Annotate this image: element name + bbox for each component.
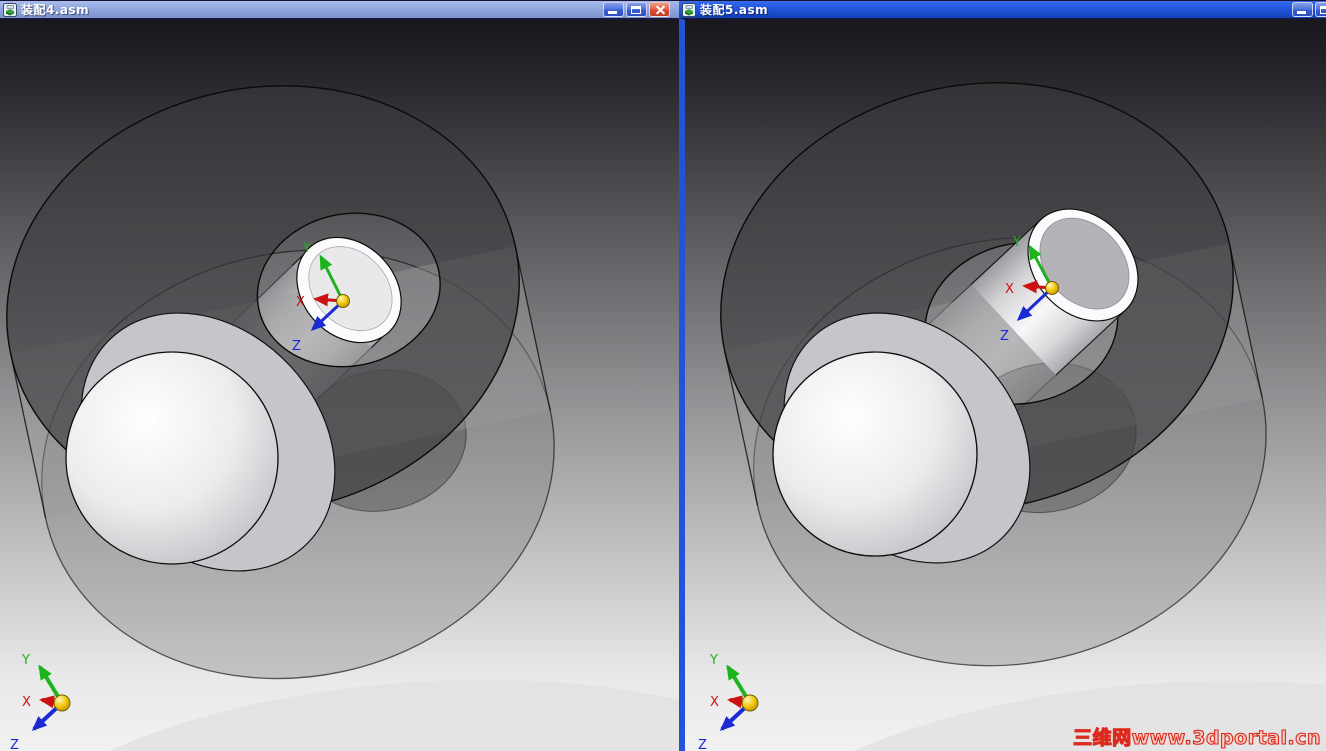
axis-label-y: Y (302, 241, 311, 256)
cad-mdi-workspace: 装配4.asm Y X Z Y X Z 装配5.asm Y X Z Y X Z … (0, 0, 1326, 751)
window-title: 装配5.asm (700, 3, 769, 17)
axis-label-x: X (22, 695, 31, 710)
axis-label-x: X (296, 295, 305, 310)
assembly-document-icon (3, 2, 17, 17)
window-title: 装配4.asm (21, 3, 90, 17)
axis-label-z: Z (698, 738, 707, 751)
viewport-3d-asm4[interactable]: Y X Z Y X Z (0, 20, 679, 751)
maximize-button[interactable] (1315, 2, 1326, 17)
sphere-part[interactable] (772, 351, 978, 557)
minimize-icon (1297, 11, 1306, 14)
window-asm4: 装配4.asm Y X Z Y X Z (0, 0, 679, 751)
viewport-3d-asm5[interactable]: Y X Z Y X Z (685, 20, 1326, 751)
maximize-icon (1320, 6, 1326, 14)
axis-label-y: Y (21, 653, 30, 668)
minimize-button[interactable] (1292, 2, 1313, 17)
close-icon (654, 4, 665, 15)
titlebar-asm4[interactable]: 装配4.asm (0, 0, 679, 18)
maximize-icon (631, 6, 641, 14)
viewport-wrap-asm4: Y X Z Y X Z (0, 18, 679, 751)
maximize-button[interactable] (626, 2, 647, 17)
window-asm5: 装配5.asm Y X Z Y X Z 三维网www.3dportal.cn (679, 0, 1326, 751)
axis-label-z: Z (10, 738, 19, 751)
axis-label-x: X (710, 695, 719, 710)
assembly-document-icon (682, 2, 696, 17)
axis-label-z: Z (292, 339, 301, 354)
sphere-part[interactable] (65, 351, 279, 565)
axis-label-y: Y (709, 653, 718, 668)
axis-label-z: Z (1000, 329, 1009, 344)
titlebar-asm5[interactable]: 装配5.asm (679, 0, 1326, 18)
minimize-button[interactable] (603, 2, 624, 17)
axis-label-x: X (1005, 282, 1014, 297)
minimize-icon (608, 11, 617, 14)
close-button[interactable] (649, 2, 670, 17)
watermark-3dportal: 三维网www.3dportal.cn (1073, 726, 1322, 749)
viewport-wrap-asm5: Y X Z Y X Z 三维网www.3dportal.cn (679, 18, 1326, 751)
axis-label-y: Y (1012, 235, 1021, 250)
